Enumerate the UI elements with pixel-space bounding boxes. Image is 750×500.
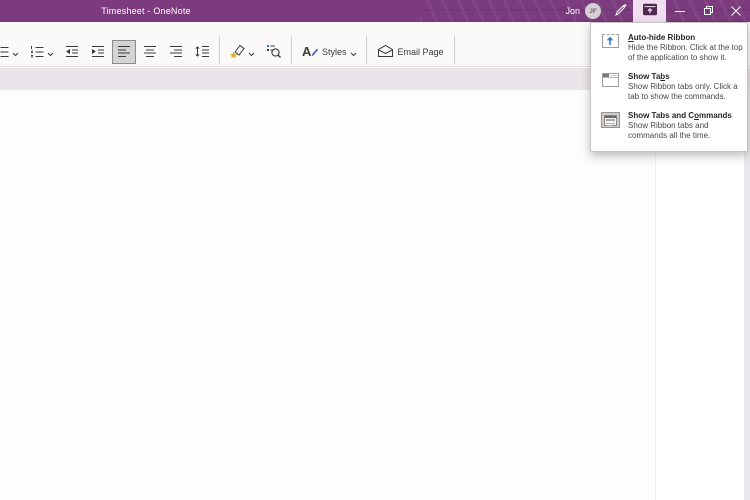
minimize-button[interactable] bbox=[666, 0, 694, 22]
find-tags-button[interactable] bbox=[261, 40, 286, 64]
bullet-list-icon bbox=[0, 43, 10, 62]
close-icon bbox=[731, 4, 741, 19]
align-left-icon bbox=[116, 43, 132, 62]
menu-item-title: Auto-hide Ribbon bbox=[628, 33, 696, 42]
menu-item-description: tab to show the commands. bbox=[628, 92, 726, 101]
chevron-down-icon bbox=[248, 45, 255, 60]
show-tabs-and-commands-icon bbox=[600, 110, 620, 141]
titlebar-controls: Jon JF bbox=[561, 0, 750, 22]
minimize-icon bbox=[675, 4, 685, 19]
increase-indent-icon bbox=[90, 43, 106, 62]
menu-item-description: Hide the Ribbon. Click at the top bbox=[628, 43, 743, 52]
email-icon bbox=[376, 43, 395, 62]
styles-icon: A bbox=[301, 43, 319, 62]
ink-pen-button[interactable] bbox=[607, 0, 633, 22]
toolbar-separator bbox=[453, 36, 455, 64]
email-page-label: Email Page bbox=[397, 47, 444, 57]
menu-item-text: Show Tabs Show Ribbon tabs only. Click a… bbox=[628, 71, 738, 102]
tag-star-icon bbox=[229, 43, 246, 62]
decrease-indent-button[interactable] bbox=[60, 40, 84, 64]
avatar-initials: JF bbox=[589, 7, 597, 15]
increase-indent-button[interactable] bbox=[86, 40, 110, 64]
align-center-icon bbox=[142, 43, 158, 62]
ribbon-display-options-button[interactable] bbox=[633, 0, 666, 22]
line-spacing-icon bbox=[194, 43, 210, 62]
menu-item-description: commands all the time. bbox=[628, 131, 711, 140]
user-name: Jon bbox=[565, 6, 580, 16]
align-right-icon bbox=[168, 43, 184, 62]
onenote-window: Timesheet - OneNote Jon JF A Styles Emai… bbox=[0, 0, 750, 500]
window-title: Timesheet - OneNote bbox=[101, 6, 191, 16]
menu-item-text: Auto-hide Ribbon Hide the Ribbon. Click … bbox=[628, 32, 743, 63]
menu-item-text: Show Tabs and Commands Show Ribbon tabs … bbox=[628, 110, 732, 141]
avatar: JF bbox=[585, 3, 601, 19]
align-left-button[interactable] bbox=[112, 40, 136, 64]
chevron-down-icon bbox=[350, 45, 357, 60]
tag-button[interactable] bbox=[225, 40, 259, 64]
menu-item-description: of the application to show it. bbox=[628, 53, 727, 62]
ink-pen-icon bbox=[612, 2, 628, 21]
ribbon-display-options-menu: Auto-hide Ribbon Hide the Ribbon. Click … bbox=[590, 22, 748, 152]
menu-item-description: Show Ribbon tabs and bbox=[628, 121, 709, 130]
numbering-button[interactable] bbox=[25, 40, 58, 64]
menu-item-description: Show Ribbon tabs only. Click a bbox=[628, 82, 738, 91]
menu-item-show-tabs-and-commands[interactable]: Show Tabs and Commands Show Ribbon tabs … bbox=[591, 106, 747, 145]
menu-item-auto-hide-ribbon[interactable]: Auto-hide Ribbon Hide the Ribbon. Click … bbox=[591, 28, 747, 67]
restore-button[interactable] bbox=[694, 0, 722, 22]
close-button[interactable] bbox=[722, 0, 750, 22]
toolbar-separator bbox=[219, 36, 220, 64]
chevron-down-icon bbox=[47, 45, 54, 60]
toolbar-separator bbox=[291, 36, 292, 64]
align-right-button[interactable] bbox=[164, 40, 188, 64]
toolbar-separator bbox=[365, 36, 367, 64]
menu-item-show-tabs[interactable]: Show Tabs Show Ribbon tabs only. Click a… bbox=[591, 67, 747, 106]
decrease-indent-icon bbox=[64, 43, 80, 62]
auto-hide-ribbon-icon bbox=[600, 32, 620, 63]
chevron-down-icon bbox=[12, 45, 19, 60]
find-tags-icon bbox=[265, 43, 282, 62]
restore-icon bbox=[703, 4, 714, 19]
menu-item-title: Show Tabs bbox=[628, 72, 670, 81]
styles-button[interactable]: A Styles bbox=[297, 40, 361, 64]
ribbon-display-options-icon bbox=[642, 3, 658, 19]
styles-label: Styles bbox=[322, 47, 347, 57]
svg-text:A: A bbox=[302, 44, 312, 59]
align-center-button[interactable] bbox=[138, 40, 162, 64]
bullets-button[interactable] bbox=[0, 40, 23, 64]
account-button[interactable]: Jon JF bbox=[561, 0, 607, 22]
show-tabs-icon bbox=[600, 71, 620, 102]
numbered-list-icon bbox=[29, 43, 45, 62]
email-page-button[interactable]: Email Page bbox=[372, 40, 449, 64]
titlebar: Timesheet - OneNote Jon JF bbox=[0, 0, 750, 22]
menu-item-title: Show Tabs and Commands bbox=[628, 111, 732, 120]
line-spacing-button[interactable] bbox=[190, 40, 214, 64]
